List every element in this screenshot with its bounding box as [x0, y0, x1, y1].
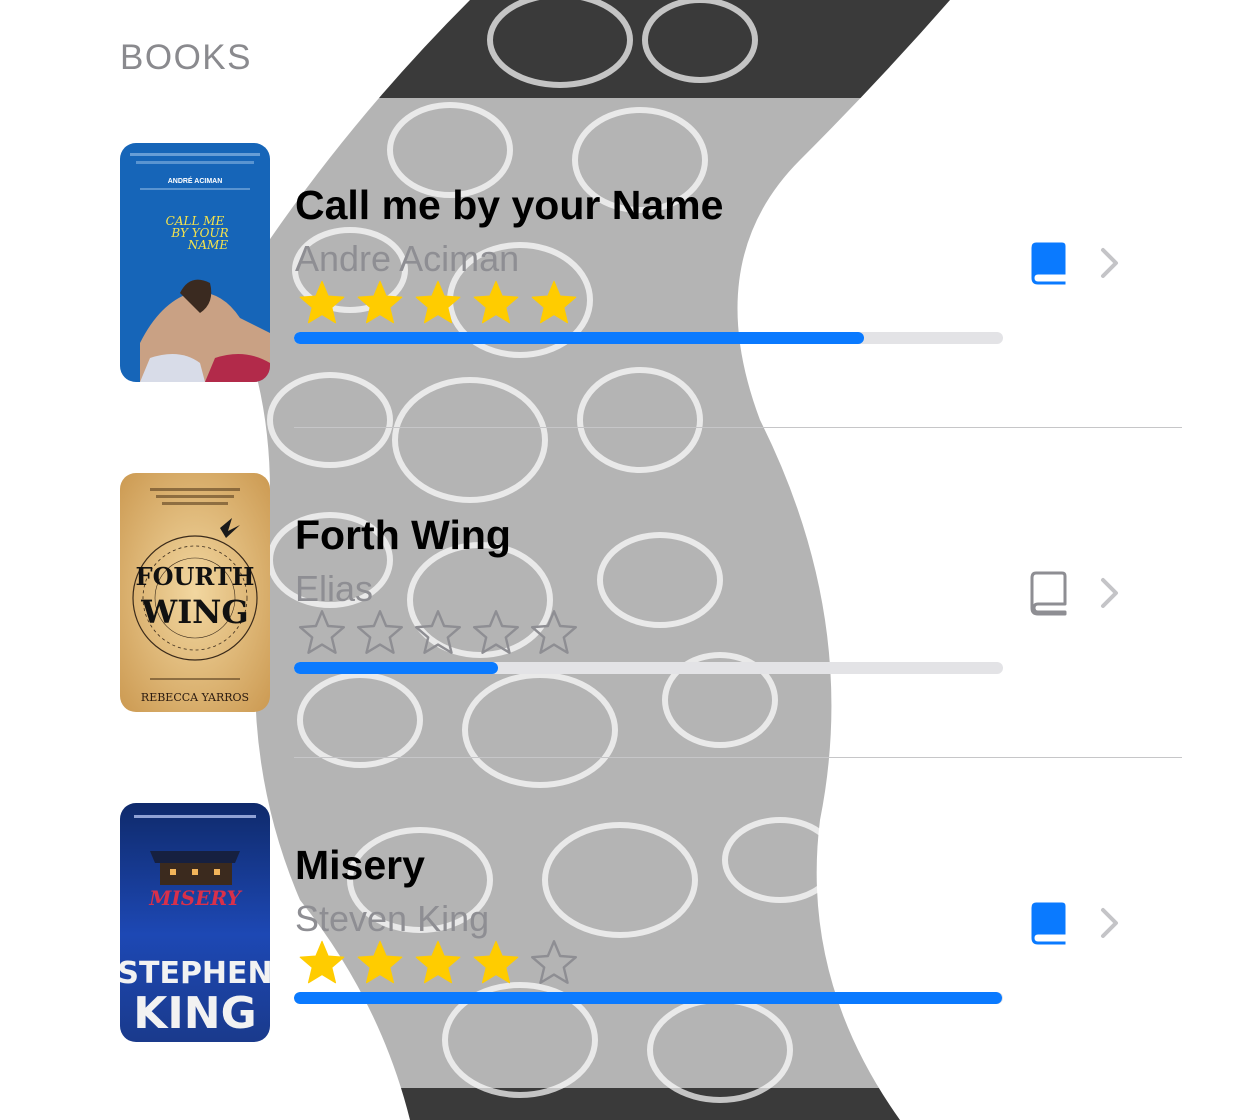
cover-author-text: REBECCA YARROS [141, 691, 249, 704]
book-outline-icon[interactable] [1030, 570, 1068, 616]
star-empty-icon[interactable] [351, 608, 409, 656]
book-cover-art: FOURTH WING REBECCA YARROS [120, 473, 270, 712]
star-filled-icon[interactable] [467, 278, 525, 326]
cover-author-line: KING [133, 988, 256, 1039]
star-filled-icon[interactable] [293, 278, 351, 326]
rating-stars[interactable] [293, 608, 583, 656]
chevron-right-icon[interactable] [1099, 906, 1121, 940]
star-filled-icon[interactable] [351, 938, 409, 986]
book-row[interactable]: ANDRÉ ACIMAN CALL ME BY YOUR NAME Call m… [0, 98, 1242, 428]
book-author: Andre Aciman [295, 238, 520, 279]
star-empty-icon[interactable] [525, 608, 583, 656]
star-filled-icon[interactable] [351, 278, 409, 326]
star-filled-icon[interactable] [409, 938, 467, 986]
cover-title-line: WING [140, 593, 248, 631]
book-row[interactable]: FOURTH WING REBECCA YARROS Forth Wing El… [0, 428, 1242, 758]
cover-title-line: MISERY [148, 886, 242, 910]
reading-progress-fill [294, 992, 1002, 1004]
star-filled-icon[interactable] [525, 278, 583, 326]
star-empty-icon[interactable] [525, 938, 583, 986]
book-row[interactable]: MISERY STEPHEN KING Misery Steven King [0, 758, 1242, 1088]
book-cover: FOURTH WING REBECCA YARROS [120, 473, 270, 712]
star-filled-icon[interactable] [467, 938, 525, 986]
book-title: Misery [295, 842, 425, 888]
book-title: Forth Wing [295, 512, 511, 558]
book-fill-icon[interactable] [1030, 240, 1068, 286]
star-filled-icon[interactable] [293, 938, 351, 986]
star-empty-icon[interactable] [293, 608, 351, 656]
book-title: Call me by your Name [295, 182, 724, 228]
chevron-right-icon[interactable] [1099, 246, 1121, 280]
book-cover: ANDRÉ ACIMAN CALL ME BY YOUR NAME [120, 143, 270, 382]
cover-author-line: STEPHEN [120, 956, 270, 991]
star-empty-icon[interactable] [467, 608, 525, 656]
star-empty-icon[interactable] [409, 608, 467, 656]
reading-progress-bar [294, 992, 1003, 1004]
book-cover-art: MISERY STEPHEN KING [120, 803, 270, 1042]
cover-title-line: NAME [187, 238, 228, 252]
book-author: Elias [295, 568, 374, 609]
star-filled-icon[interactable] [409, 278, 467, 326]
cover-title-line: FOURTH [136, 562, 255, 591]
chevron-right-icon[interactable] [1099, 576, 1121, 610]
book-fill-icon[interactable] [1030, 900, 1068, 946]
reading-progress-fill [294, 332, 865, 344]
book-cover-art: ANDRÉ ACIMAN CALL ME BY YOUR NAME [120, 143, 270, 382]
section-header: BOOKS [120, 38, 252, 77]
reading-progress-bar [294, 662, 1003, 674]
rating-stars[interactable] [293, 278, 583, 326]
book-author: Steven King [295, 898, 490, 939]
cover-top-text: ANDRÉ ACIMAN [168, 176, 223, 185]
rating-stars[interactable] [293, 938, 583, 986]
reading-progress-bar [294, 332, 1003, 344]
reading-progress-fill [294, 662, 499, 674]
book-cover: MISERY STEPHEN KING [120, 803, 270, 1042]
